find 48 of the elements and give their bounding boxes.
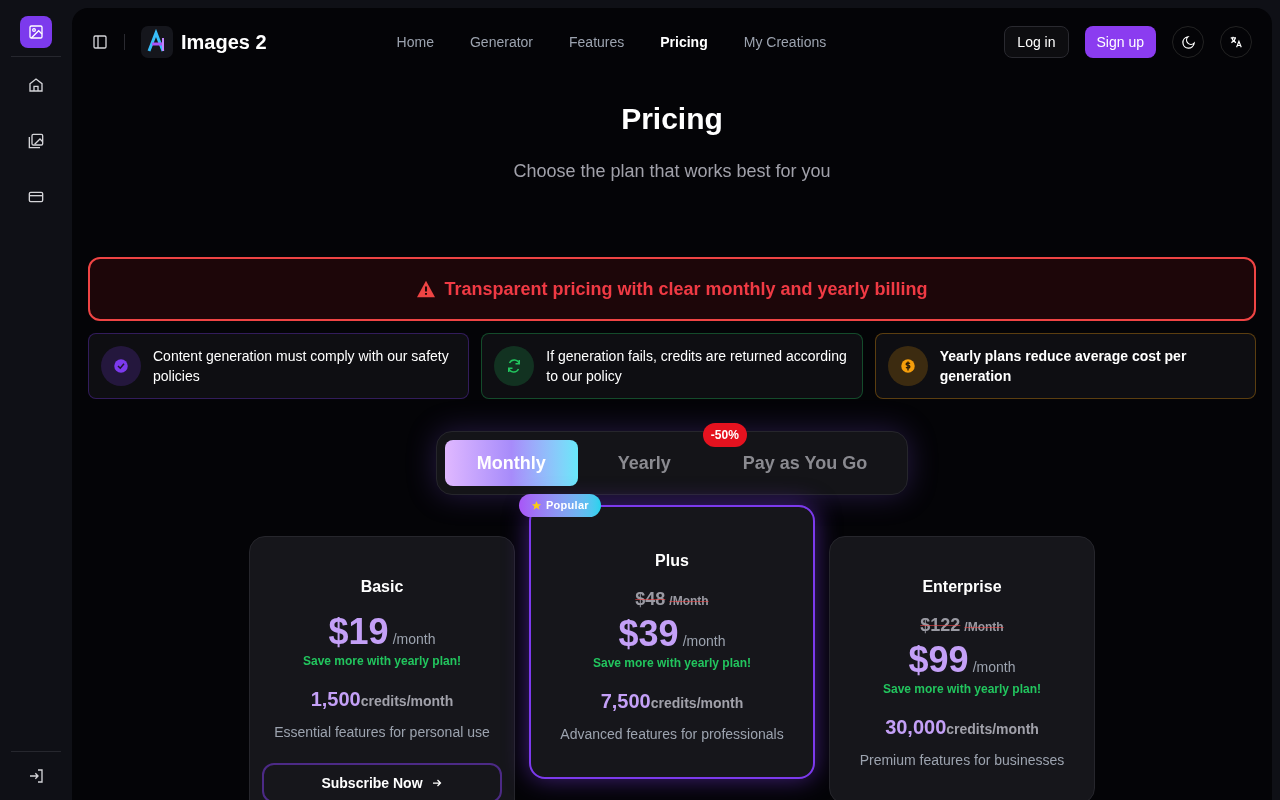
home-icon[interactable] (28, 77, 44, 93)
brand-logo-icon[interactable] (141, 26, 173, 58)
notice-text: Transparent pricing with clear monthly and yearly billing (444, 278, 928, 301)
nav-link[interactable]: Features (569, 32, 625, 52)
save-note: Save more with yearly plan! (882, 681, 1042, 697)
info-text: Yearly plans reduce average cost per generation (939, 347, 1188, 386)
info-text: If generation fails, credits are returned according to our policy (546, 347, 848, 386)
credit-unit: credits/month (650, 695, 744, 713)
nav-link[interactable]: Generator (469, 32, 533, 52)
login-button[interactable]: Log in (1004, 26, 1069, 58)
card-icon[interactable] (28, 189, 44, 205)
app-logo-icon[interactable] (20, 16, 52, 48)
warning-icon (416, 280, 437, 298)
subscribe-button[interactable]: Subscribe Now (262, 763, 502, 800)
arrow-right-icon (430, 777, 443, 789)
save-note: Save more with yearly plan! (302, 653, 462, 669)
page-title: Pricing (620, 101, 724, 137)
nav-link[interactable]: Pricing (660, 32, 708, 52)
credit-amount: 7,500 (600, 689, 651, 714)
sidebar-toggle-icon[interactable] (92, 34, 108, 50)
plan-description: Premium features for businesses (859, 751, 1065, 770)
price-period: /month (682, 632, 726, 651)
credit-amount: 30,000 (885, 715, 947, 740)
signup-button[interactable]: Sign up (1084, 26, 1156, 58)
plan-name: Basic (360, 577, 404, 597)
credit-amount: 1,500 (310, 687, 361, 712)
plan-description: Essential features for personal use (274, 723, 490, 742)
price-period: /month (972, 658, 1016, 677)
page-subtitle: Choose the plan that works best for you (512, 160, 832, 183)
logout-icon[interactable] (28, 768, 44, 784)
plan-name: Enterprise (922, 577, 1002, 597)
plan-price: $39 (618, 613, 679, 655)
save-note: Save more with yearly plan! (592, 655, 752, 671)
gallery-icon[interactable] (28, 133, 44, 149)
discount-badge: -50% (702, 423, 747, 447)
plan-description: Advanced features for professionals (560, 725, 784, 744)
plan-price: $99 (908, 639, 969, 681)
price-period: /month (392, 630, 436, 649)
info-text: Content generation must comply with our safety policies (153, 347, 450, 386)
credit-unit: credits/month (946, 721, 1039, 739)
plan-name: Plus (655, 551, 689, 571)
popular-badge: Popular (519, 494, 601, 517)
nav-link[interactable]: Home (396, 32, 434, 52)
plan-price: $19 (328, 611, 389, 653)
nav-link[interactable]: My Creations (743, 32, 827, 52)
billing-tab[interactable]: Yearly (585, 440, 703, 486)
brand-name: Images 2 (181, 30, 267, 55)
credit-unit: credits/month (360, 693, 454, 711)
